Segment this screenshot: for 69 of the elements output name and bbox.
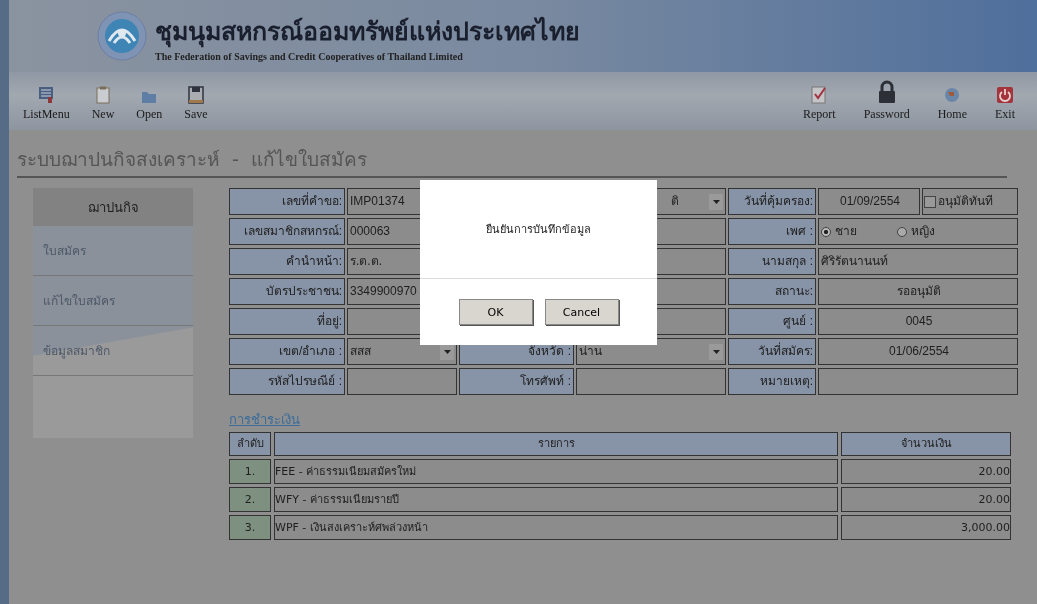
radio-label: หญิง — [911, 223, 935, 240]
table-cell: 20.00 — [841, 459, 1011, 484]
logo-icon — [97, 11, 147, 61]
input-field[interactable] — [818, 368, 1018, 395]
sidebar-heading: ฌาปนกิจ — [33, 188, 193, 226]
field-label: เลขที่คำขอ: — [229, 188, 345, 215]
field-label: โทรศัพท์ : — [459, 368, 574, 395]
field-label: วันที่คุ้มครอง: — [728, 188, 816, 215]
clipboard-icon — [96, 86, 110, 104]
table-cell: 2. — [229, 487, 271, 512]
organization-title: ชุมนุมสหกรณ์ออมทรัพย์แห่งประเทศไทย — [155, 15, 580, 50]
field-label: เพศ : — [728, 218, 816, 245]
checkbox-label: อนุมัติทันที — [938, 193, 993, 211]
input-field[interactable] — [347, 368, 457, 395]
table-cell: FEE - ค่าธรรมเนียมสมัครใหม่ — [274, 459, 838, 484]
field-label: เลขสมาชิกสหกรณ์: — [229, 218, 345, 245]
power-icon — [996, 86, 1014, 104]
field-label: วันที่สมัคร: — [728, 338, 816, 365]
home-toolbar-button[interactable]: Home — [933, 86, 971, 122]
column-header: ลำดับ — [229, 432, 271, 456]
radio-button[interactable] — [821, 226, 831, 237]
field-label: สถานะ: — [728, 278, 816, 305]
column-header: รายการ — [274, 432, 838, 456]
padlock-icon — [877, 80, 896, 104]
dialog-button[interactable]: Cancel — [544, 299, 619, 325]
radio-label: ชาย — [835, 223, 857, 240]
sidebar-item[interactable]: ข้อมูลสมาชิก — [33, 326, 193, 376]
organization-subtitle: The Federation of Savings and Credit Cooperatives of Thailand Limited — [155, 50, 464, 62]
lock-toolbar-button[interactable]: Password — [859, 80, 914, 122]
input-field[interactable]: ศิริรัตนานนท์ — [818, 248, 1018, 275]
open-toolbar-button[interactable]: Open — [132, 90, 167, 122]
dialog-button[interactable]: OK — [458, 299, 533, 325]
page-title: ระบบฌาปนกิจสงเคราะห์ - แก้ไขใบสมัคร — [17, 144, 1007, 178]
field-label: หมายเหตุ: — [728, 368, 816, 395]
table-cell: 3,000.00 — [841, 515, 1011, 540]
field-label: รหัสไปรษณีย์ : — [229, 368, 345, 395]
report-toolbar-button[interactable]: Report — [799, 84, 840, 122]
list-icon — [38, 86, 55, 104]
radio-button[interactable] — [897, 226, 907, 237]
input-field[interactable]: 01/06/2554 — [818, 338, 1018, 365]
field-label: ที่อยู่: — [229, 308, 345, 335]
input-field[interactable]: รออนุมัติ — [818, 278, 1018, 305]
field-label: นามสกุล : — [728, 248, 816, 275]
exit-toolbar-button[interactable]: Exit — [991, 86, 1019, 122]
table-cell: 20.00 — [841, 487, 1011, 512]
dropdown-arrow-icon — [712, 349, 720, 354]
checklist-icon — [811, 84, 828, 104]
globe-icon — [943, 86, 962, 104]
dialog-message: ยืนยันการบันทึกข้อมูล — [420, 180, 657, 279]
input-field[interactable] — [576, 368, 726, 395]
table-cell: WPF - เงินสงเคราะห์ศพล่วงหน้า — [274, 515, 838, 540]
input-field[interactable]: 0045 — [818, 308, 1018, 335]
date-field[interactable]: 01/09/2554 — [818, 188, 920, 215]
dropdown-arrow-icon — [443, 349, 451, 354]
checkbox[interactable] — [924, 195, 936, 208]
dropdown-arrow-icon — [712, 199, 720, 204]
field-label: คำนำหน้า: — [229, 248, 345, 275]
field-label: บัตรประชาชน: — [229, 278, 345, 305]
save-toolbar-button[interactable]: Save — [180, 86, 212, 122]
table-cell: 3. — [229, 515, 271, 540]
table-cell: 1. — [229, 459, 271, 484]
new-toolbar-button[interactable]: New — [87, 86, 119, 122]
field-label: ศูนย์ : — [728, 308, 816, 335]
folder-icon — [141, 90, 158, 104]
table-cell: WFY - ค่าธรรมเนียมรายปี — [274, 487, 838, 512]
field-label: เขต/อำเภอ : — [229, 338, 345, 365]
dropdown-field[interactable]: สสส — [347, 338, 457, 365]
column-header: จำนวนเงิน — [841, 432, 1011, 456]
list-toolbar-button[interactable]: ListMenu — [19, 86, 74, 122]
